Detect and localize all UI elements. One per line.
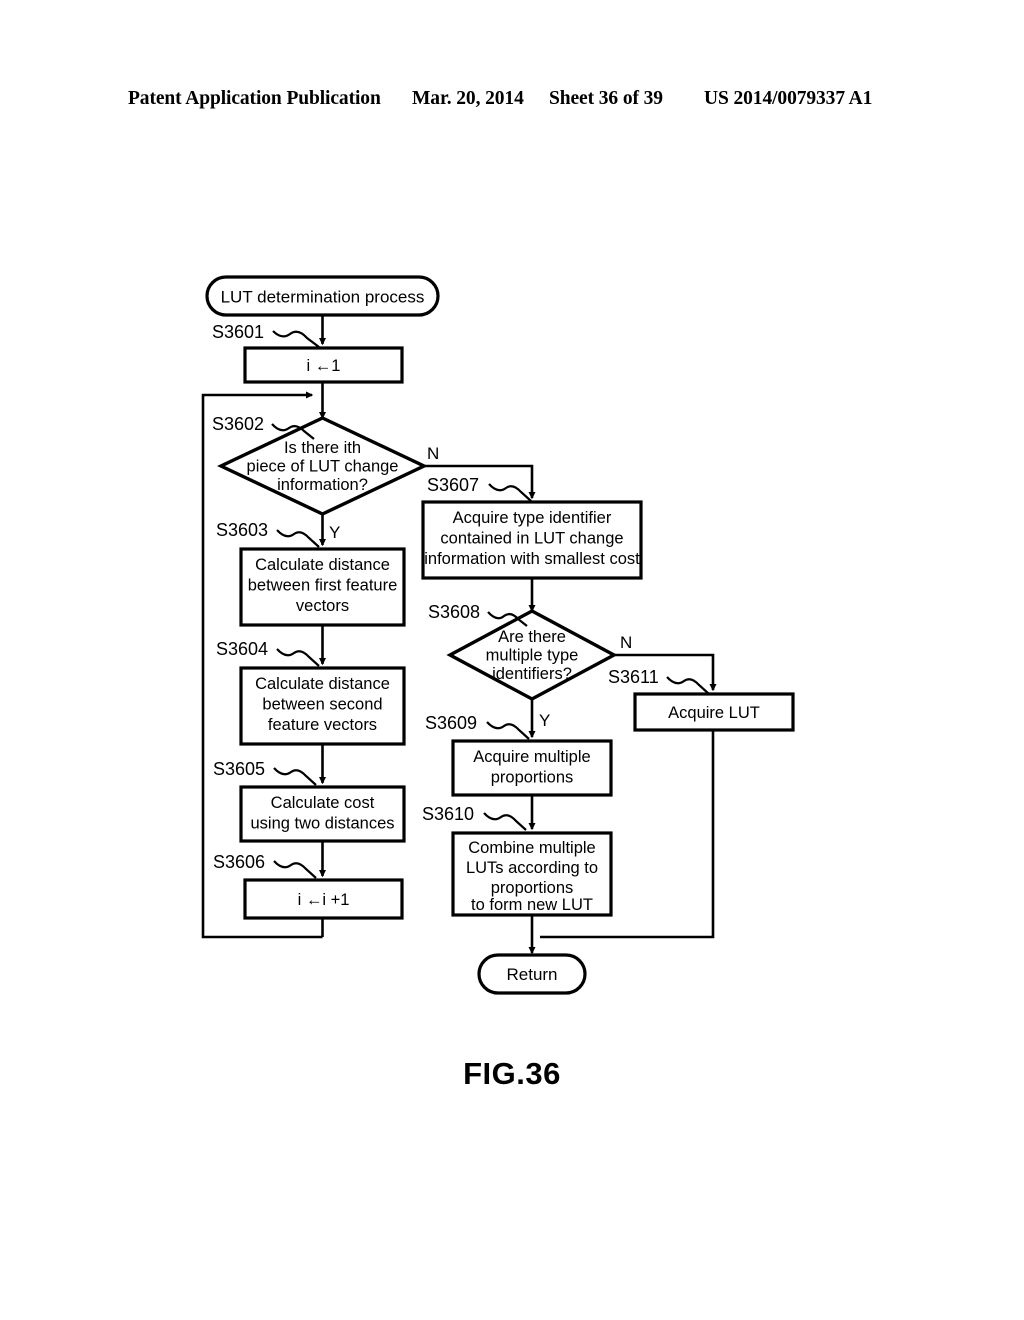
s3603-line1: Calculate distance bbox=[255, 556, 390, 574]
s3608-line2: multiple type bbox=[486, 647, 579, 665]
s3604-line1: Calculate distance bbox=[255, 675, 390, 693]
s3601-label: i ←1 bbox=[307, 357, 341, 375]
s3602-line1: Is there ith bbox=[284, 439, 361, 457]
return-terminal: Return bbox=[477, 953, 587, 995]
s3605-line2: using two distances bbox=[251, 815, 395, 833]
s3607-ref: S3607 bbox=[427, 475, 479, 495]
start-terminal: LUT determination process bbox=[205, 275, 440, 317]
step-s3604: Calculate distance between second featur… bbox=[239, 666, 406, 746]
s3603-leader bbox=[276, 529, 320, 548]
s3607-line1: Acquire type identifier bbox=[453, 509, 612, 527]
return-terminal-label: Return bbox=[506, 965, 557, 984]
start-terminal-label: LUT determination process bbox=[221, 288, 425, 307]
s3611-ref: S3611 bbox=[608, 667, 659, 687]
s3610-line4: to form new LUT bbox=[471, 896, 593, 914]
step-s3603: Calculate distance between first feature… bbox=[239, 547, 406, 627]
step-s3611: Acquire LUT bbox=[633, 692, 795, 732]
s3609-line2: proportions bbox=[491, 769, 574, 787]
s3608-yes-label: Y bbox=[539, 711, 550, 730]
s3606-ref: S3606 bbox=[213, 852, 265, 872]
s3604-ref: S3604 bbox=[216, 639, 268, 659]
s3607-line2: contained in LUT change bbox=[440, 530, 623, 548]
s3611-leader bbox=[666, 676, 710, 695]
s3603-line2: between first feature bbox=[248, 577, 398, 595]
s3602-line2: piece of LUT change bbox=[247, 458, 399, 476]
s3607-leader bbox=[488, 483, 532, 502]
s3605-leader bbox=[273, 767, 317, 786]
patent-page: Patent Application Publication Mar. 20, … bbox=[0, 0, 1024, 1320]
s3609-line1: Acquire multiple bbox=[473, 748, 590, 766]
decision-s3608: Are there multiple type identifiers? bbox=[446, 609, 618, 701]
s3605-line1: Calculate cost bbox=[271, 794, 375, 812]
s3606-leader bbox=[273, 860, 317, 879]
s3605-ref: S3605 bbox=[213, 759, 265, 779]
s3601-leader bbox=[272, 330, 320, 348]
s3609-leader bbox=[486, 721, 530, 740]
s3608-line3: identifiers? bbox=[492, 665, 572, 683]
s3610-leader bbox=[483, 812, 527, 831]
step-s3607: Acquire type identifier contained in LUT… bbox=[421, 500, 643, 580]
step-s3605: Calculate cost using two distances bbox=[239, 785, 406, 843]
s3604-line3: feature vectors bbox=[268, 716, 377, 734]
s3609-ref: S3609 bbox=[425, 713, 477, 733]
s3603-ref: S3603 bbox=[216, 520, 268, 540]
s3611-label: Acquire LUT bbox=[668, 704, 760, 722]
s3608-ref: S3608 bbox=[428, 602, 480, 622]
s3602-line3: information? bbox=[277, 476, 368, 494]
s3610-line1: Combine multiple bbox=[468, 839, 595, 857]
flowchart: LUT determination process i ←1 S3601 Is … bbox=[201, 275, 795, 995]
step-s3610: Combine multiple LUTs according to propo… bbox=[451, 831, 613, 917]
s3602-yes-label: Y bbox=[329, 523, 340, 542]
s3608-no-label: N bbox=[620, 633, 632, 652]
step-s3601: i ←1 bbox=[243, 346, 404, 384]
figure-label: FIG.36 bbox=[463, 1056, 561, 1091]
s3604-leader bbox=[276, 648, 320, 667]
s3607-line3: information with smallest cost bbox=[424, 550, 640, 568]
s3602-no-label: N bbox=[427, 444, 439, 463]
s3610-line3: proportions bbox=[491, 879, 574, 897]
step-s3606: i ←i +1 bbox=[243, 878, 404, 920]
s3610-ref: S3610 bbox=[422, 804, 474, 824]
s3606-label: i ←i +1 bbox=[298, 891, 350, 909]
s3610-line2: LUTs according to bbox=[466, 859, 598, 877]
step-s3609: Acquire multiple proportions bbox=[451, 739, 613, 797]
s3603-line3: vectors bbox=[296, 597, 349, 615]
s3608-line1: Are there bbox=[498, 628, 566, 646]
s3601-ref: S3601 bbox=[212, 322, 264, 342]
s3604-line2: between second bbox=[262, 696, 382, 714]
s3602-ref: S3602 bbox=[212, 414, 264, 434]
